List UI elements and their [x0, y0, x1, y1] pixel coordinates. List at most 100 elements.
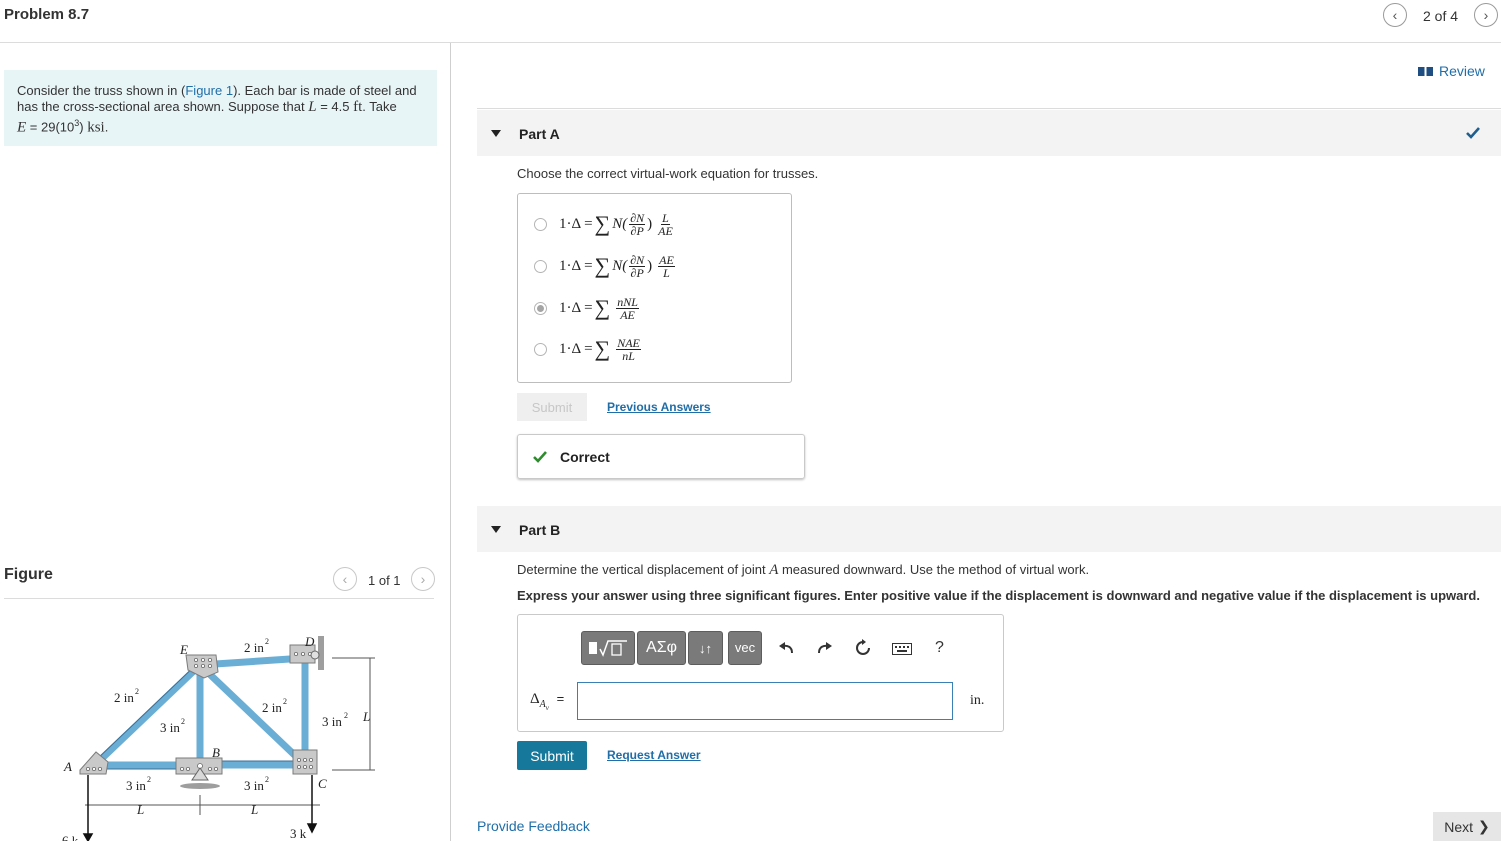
feedback-correct: Correct — [517, 434, 805, 479]
E-unit: ksi — [87, 119, 105, 136]
choice-option-3[interactable]: 1·Δ = ∑ nNL AE — [534, 295, 639, 321]
previous-answers-link[interactable]: Previous Answers — [607, 400, 711, 414]
svg-text:2: 2 — [181, 717, 185, 726]
choice-list: 1·Δ = ∑ N( ∂N ∂P) L AE 1·Δ = ∑ N( ∂N ∂P) AE L … — [517, 193, 792, 383]
help-button[interactable]: ? — [935, 639, 944, 657]
L-value: = 4.5 — [316, 99, 354, 114]
sqrt-template-icon — [589, 640, 627, 657]
dim-label-L-right: L — [250, 802, 258, 817]
equation-3: 1·Δ = ∑ nNL AE — [559, 294, 639, 322]
load-label-A: 6 k — [62, 833, 79, 841]
problem-text: Consider the truss shown in ( — [17, 83, 186, 98]
chevron-right-icon: › — [1483, 7, 1489, 23]
review-label: Review — [1439, 63, 1485, 79]
answer-input[interactable] — [577, 682, 953, 720]
problem-pager: 2 of 4 — [1423, 8, 1459, 24]
joint-label-E: E — [179, 642, 188, 657]
header-divider — [0, 42, 1501, 43]
joint-label-A: A — [63, 759, 72, 774]
area-label-AB: 3 in — [126, 778, 146, 793]
panel-divider — [450, 43, 451, 841]
area-label-EB: 3 in — [160, 720, 180, 735]
area-label-BC: 3 in — [244, 778, 264, 793]
provide-feedback-link[interactable]: Provide Feedback — [477, 818, 590, 834]
L-unit: ft — [353, 99, 363, 115]
check-icon — [1466, 127, 1480, 139]
joint-label-D: D — [304, 634, 315, 649]
figure-divider — [4, 598, 434, 599]
check-icon — [533, 451, 547, 463]
radio-button[interactable] — [534, 259, 547, 273]
E-value: = 29(10 — [26, 119, 75, 135]
templates-button[interactable] — [581, 631, 635, 665]
part-b-header[interactable]: Part B — [477, 506, 1501, 552]
chevron-left-icon: ‹ — [1392, 7, 1398, 23]
radio-button[interactable] — [534, 342, 547, 356]
reset-icon[interactable] — [854, 639, 872, 657]
joint-label-B: B — [212, 745, 220, 760]
choice-option-2[interactable]: 1·Δ = ∑ N( ∂N ∂P) AE L — [534, 253, 675, 279]
truss-figure: E D A B C L 2 in 2 in 2 in 3 in 3 in 3 i… — [62, 634, 375, 841]
feedback-label: Correct — [560, 449, 610, 465]
chevron-right-icon: ❯ — [1478, 818, 1490, 834]
E-end: . — [104, 119, 109, 135]
E-symbol: E — [17, 119, 27, 136]
svg-text:2: 2 — [265, 775, 269, 784]
collapse-triangle-icon — [491, 526, 501, 533]
choice-option-4[interactable]: 1·Δ = ∑ NAE nL — [534, 336, 641, 362]
prev-problem-button[interactable]: ‹ — [1383, 3, 1407, 27]
figure-title: Figure — [4, 566, 53, 583]
vector-button[interactable]: vec — [728, 631, 762, 665]
answer-unit: in. — [970, 693, 985, 708]
part-a-prompt: Choose the correct virtual-work equation… — [517, 166, 819, 181]
part-b-instruction: Express your answer using three signific… — [517, 588, 1480, 603]
undo-icon[interactable] — [778, 641, 794, 655]
book-icon — [1418, 66, 1433, 76]
part-b-prompt: Determine the vertical displacement of j… — [517, 562, 1090, 578]
part-b-submit-button[interactable]: Submit — [517, 741, 587, 770]
area-label-EC: 2 in — [262, 700, 282, 715]
svg-text:2: 2 — [265, 637, 269, 646]
area-label-DC: 3 in — [322, 714, 342, 729]
area-label-ED: 2 in — [244, 640, 264, 655]
chevron-left-icon: ‹ — [342, 571, 348, 587]
equation-4: 1·Δ = ∑ NAE nL — [559, 335, 641, 363]
svg-text:2: 2 — [147, 775, 151, 784]
greek-symbols-button[interactable]: ΑΣφ — [637, 631, 686, 665]
area-label-AE: 2 in — [114, 690, 134, 705]
subscript-superscript-button[interactable]: ↓↑ — [688, 631, 723, 665]
collapse-triangle-icon — [491, 130, 501, 137]
svg-text:2: 2 — [344, 711, 348, 720]
answer-label: ΔAv = — [530, 691, 565, 712]
part-a-header[interactable]: Part A — [477, 110, 1501, 156]
keyboard-icon[interactable] — [892, 643, 912, 655]
svg-text:2: 2 — [135, 687, 139, 696]
dim-label-L-vertical: L — [362, 709, 370, 724]
prev-figure-button[interactable]: ‹ — [333, 567, 357, 591]
request-answer-link[interactable]: Request Answer — [607, 748, 701, 762]
problem-title: Problem 8.7 — [4, 6, 90, 23]
part-a-title: Part A — [519, 126, 560, 142]
chevron-right-icon: › — [420, 571, 426, 587]
radio-button-selected[interactable] — [534, 301, 547, 315]
review-link[interactable]: Review — [1418, 63, 1485, 79]
take-text: . Take — [362, 99, 397, 114]
figure-pager: 1 of 1 — [368, 573, 401, 588]
next-button[interactable]: Next ❯ — [1433, 812, 1501, 841]
joint-label-C: C — [318, 776, 327, 791]
bar-AE — [91, 661, 204, 769]
next-problem-button[interactable]: › — [1474, 3, 1498, 27]
redo-icon[interactable] — [817, 641, 833, 655]
choice-option-1[interactable]: 1·Δ = ∑ N( ∂N ∂P) L AE — [534, 211, 673, 237]
next-label: Next — [1444, 818, 1474, 835]
radio-button[interactable] — [534, 217, 547, 231]
equation-1: 1·Δ = ∑ N( ∂N ∂P) L AE — [559, 210, 673, 238]
L-symbol: L — [308, 99, 317, 115]
svg-text:2: 2 — [283, 697, 287, 706]
next-figure-button[interactable]: › — [411, 567, 435, 591]
dim-label-L-left: L — [136, 802, 144, 817]
equation-2: 1·Δ = ∑ N( ∂N ∂P) AE L — [559, 252, 675, 280]
part-a-submit-button[interactable]: Submit — [517, 393, 587, 421]
problem-statement: Consider the truss shown in (Figure 1). … — [4, 70, 437, 146]
figure-link[interactable]: Figure 1 — [185, 83, 233, 98]
